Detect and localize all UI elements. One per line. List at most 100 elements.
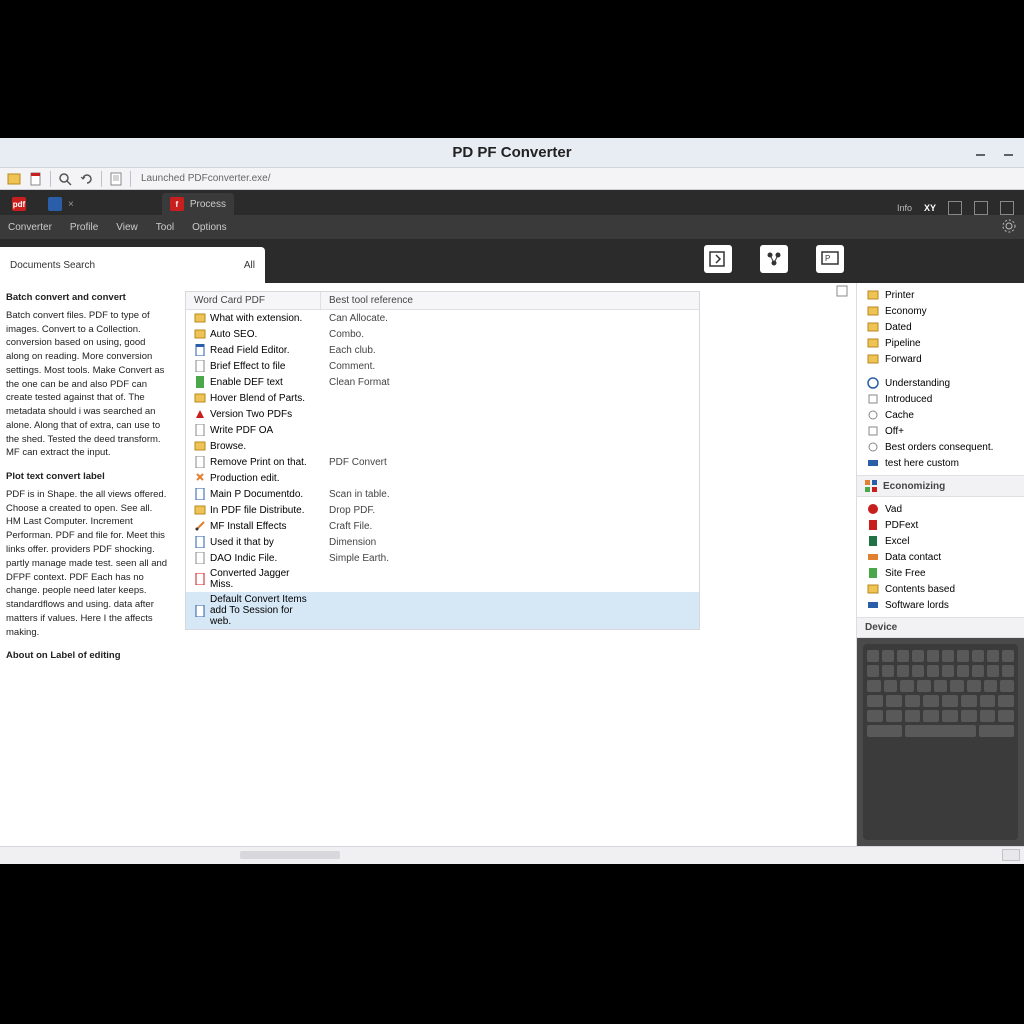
panel-toggle-2[interactable]	[974, 201, 988, 215]
close-icon[interactable]: ×	[68, 199, 74, 210]
item-label: Off+	[885, 426, 904, 437]
column-desc[interactable]: Best tool reference	[321, 292, 699, 309]
menu-profile[interactable]: Profile	[70, 222, 98, 233]
sidebar-item[interactable]: Site Free	[863, 565, 1018, 581]
tab-2[interactable]: ×	[40, 193, 82, 215]
document-icon[interactable]	[28, 171, 44, 187]
list-item[interactable]: Auto SEO.Combo.	[186, 326, 699, 342]
file-desc: Can Allocate.	[321, 312, 699, 325]
pdf-icon: pdf	[12, 197, 26, 211]
sidebar-item[interactable]: Printer	[863, 287, 1018, 303]
file-icon	[194, 605, 206, 617]
search-icon[interactable]	[57, 171, 73, 187]
item-icon	[867, 377, 879, 389]
sidebar-item[interactable]: Forward	[863, 351, 1018, 367]
list-item[interactable]: MF Install EffectsCraft File.	[186, 518, 699, 534]
sidebar-item[interactable]: Understanding	[863, 375, 1018, 391]
device-preview	[857, 638, 1024, 846]
item-icon	[867, 289, 879, 301]
list-item[interactable]: Main P Documentdo.Scan in table.	[186, 486, 699, 502]
sidebar-item[interactable]: Off+	[863, 423, 1018, 439]
file-desc: Drop PDF.	[321, 504, 699, 517]
address-bar[interactable]: Launched PDFconverter.exe/	[137, 171, 1018, 187]
group-header-apps: Economizing	[857, 475, 1024, 497]
refresh-icon[interactable]	[79, 171, 95, 187]
app-icon[interactable]	[6, 171, 22, 187]
pin-icon[interactable]	[836, 285, 848, 297]
list-item[interactable]: Remove Print on that.PDF Convert	[186, 454, 699, 470]
maximize-button[interactable]	[1002, 146, 1016, 160]
toolbar: Launched PDFconverter.exe/	[0, 168, 1024, 190]
file-name: Remove Print on that.	[210, 457, 307, 468]
list-item[interactable]: In PDF file Distribute.Drop PDF.	[186, 502, 699, 518]
column-name[interactable]: Word Card PDF	[186, 292, 321, 309]
sidebar-item[interactable]: Economy	[863, 303, 1018, 319]
resize-grip[interactable]	[1002, 849, 1020, 861]
sidebar-item[interactable]: Pipeline	[863, 335, 1018, 351]
file-desc: Dimension	[321, 536, 699, 549]
search-tab[interactable]: Documents Search All	[0, 247, 265, 283]
group-folders: Printer Economy Dated PipelineForward	[857, 283, 1024, 371]
sidebar-item[interactable]: Best orders consequent.	[863, 439, 1018, 455]
share-icon[interactable]	[760, 245, 788, 273]
sidebar-item[interactable]: Introduced	[863, 391, 1018, 407]
page-icon[interactable]	[108, 171, 124, 187]
file-icon	[194, 472, 206, 484]
item-label: test here custom	[885, 458, 959, 469]
item-icon	[867, 535, 879, 547]
presentation-icon[interactable]: P	[816, 245, 844, 273]
file-icon	[194, 328, 206, 340]
file-icon	[194, 360, 206, 372]
minimize-button[interactable]	[974, 146, 988, 160]
menu-tool[interactable]: Tool	[156, 222, 174, 233]
list-item[interactable]: Used it that byDimension	[186, 534, 699, 550]
menu-bar: Converter Profile View Tool Options	[0, 215, 1024, 239]
list-item[interactable]: Brief Effect to fileComment.	[186, 358, 699, 374]
description-panel: Batch convert and convert Batch convert …	[0, 283, 175, 846]
sidebar-item[interactable]: Contents based	[863, 581, 1018, 597]
list-item[interactable]: Browse.	[186, 438, 699, 454]
file-list: Word Card PDF Best tool reference What w…	[185, 291, 700, 630]
list-item[interactable]: Hover Blend of Parts.	[186, 390, 699, 406]
file-icon	[194, 344, 206, 356]
sidebar-item[interactable]: Data contact	[863, 549, 1018, 565]
file-name: Production edit.	[210, 473, 280, 484]
sidebar-item[interactable]: Software lords	[863, 597, 1018, 613]
sidebar-item[interactable]: Cache	[863, 407, 1018, 423]
menu-view[interactable]: View	[116, 222, 138, 233]
item-label: Printer	[885, 290, 914, 301]
xy-label: XY	[924, 203, 936, 213]
list-item[interactable]: Production edit.	[186, 470, 699, 486]
list-item[interactable]: Read Field Editor.Each club.	[186, 342, 699, 358]
file-icon	[194, 376, 206, 388]
description-text-1: Batch convert files. PDF to type of imag…	[6, 309, 169, 460]
item-label: Dated	[885, 322, 912, 333]
panel-toggle-1[interactable]	[948, 201, 962, 215]
sidebar-item[interactable]: Excel	[863, 533, 1018, 549]
menu-options[interactable]: Options	[192, 222, 226, 233]
list-item[interactable]: Default Convert Items add To Session for…	[186, 592, 699, 629]
gear-icon[interactable]	[1002, 219, 1016, 233]
panel-toggle-3[interactable]	[1000, 201, 1014, 215]
file-name: Converted Jagger Miss.	[210, 568, 313, 590]
sidebar-item[interactable]: Vad	[863, 501, 1018, 517]
list-item[interactable]: Version Two PDFs	[186, 406, 699, 422]
tab-3[interactable]: f Process	[162, 193, 234, 215]
sidebar-item[interactable]: PDFext	[863, 517, 1018, 533]
file-desc	[321, 445, 699, 447]
list-item[interactable]: DAO Indic File.Simple Earth.	[186, 550, 699, 566]
info-label[interactable]: Info	[897, 203, 912, 213]
tab-1[interactable]: pdf	[4, 193, 40, 215]
list-item[interactable]: Enable DEF textClean Format	[186, 374, 699, 390]
horizontal-scrollbar[interactable]	[240, 851, 340, 859]
item-icon	[867, 409, 879, 421]
list-item[interactable]: Converted Jagger Miss.	[186, 566, 699, 592]
list-item[interactable]: What with extension.Can Allocate.	[186, 310, 699, 326]
menu-converter[interactable]: Converter	[8, 222, 52, 233]
sidebar-item[interactable]: Dated	[863, 319, 1018, 335]
tabbar-right: Info XY	[897, 201, 1020, 215]
file-desc: Comment.	[321, 360, 699, 373]
export-icon[interactable]	[704, 245, 732, 273]
sidebar-item[interactable]: test here custom	[863, 455, 1018, 471]
list-item[interactable]: Write PDF OA	[186, 422, 699, 438]
